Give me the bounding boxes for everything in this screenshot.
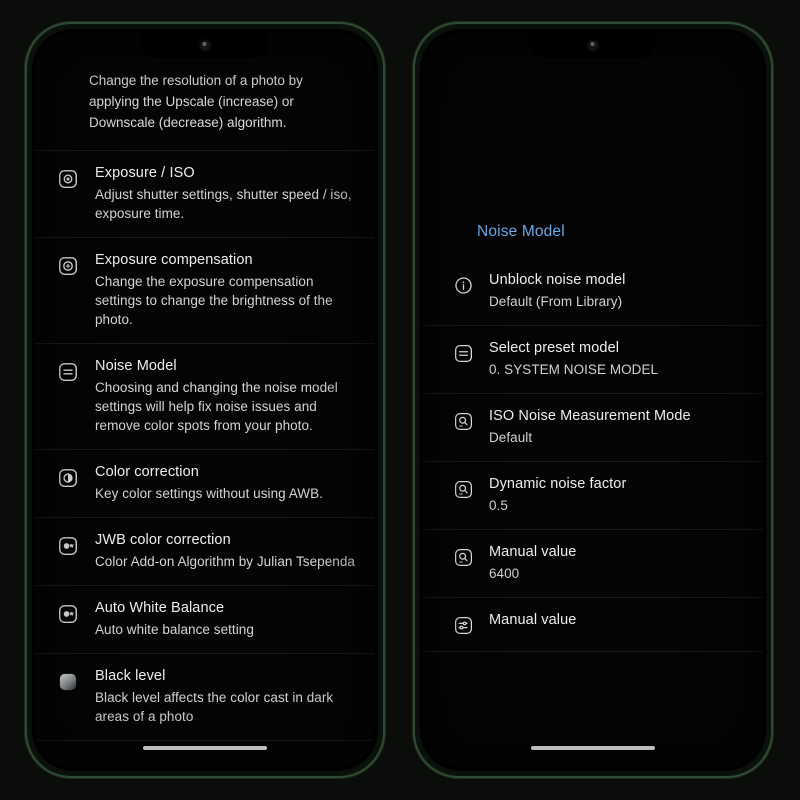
list-item-jwb-color-correction[interactable]: JWB color correction Color Add-on Algori… bbox=[35, 518, 375, 586]
home-indicator[interactable] bbox=[531, 746, 655, 750]
list-item-title: ISO Noise Measurement Mode bbox=[489, 408, 691, 424]
list-item-subtitle: Change the exposure compensation setting… bbox=[95, 274, 333, 327]
list-item-unblock-noise-model[interactable]: Unblock noise model Default (From Librar… bbox=[423, 258, 763, 326]
list-item-body: ISO Noise Measurement Mode Default bbox=[489, 407, 743, 447]
list-item-body: Color correction Key color settings with… bbox=[95, 463, 355, 503]
list-item-iso-noise-measurement-mode[interactable]: ISO Noise Measurement Mode Default bbox=[423, 394, 763, 462]
notch bbox=[529, 32, 657, 58]
list-item-body: Noise Model Choosing and changing the no… bbox=[95, 357, 355, 435]
list-item-exposure-iso[interactable]: Exposure / ISO Adjust shutter settings, … bbox=[35, 151, 375, 238]
list-item-title: Exposure / ISO bbox=[95, 165, 195, 181]
exposure-compensation-icon bbox=[55, 253, 81, 279]
section-title-noise-model: Noise Model bbox=[477, 223, 565, 240]
list-item-title: Select preset model bbox=[489, 340, 620, 356]
lead-paragraph-text: Change the resolution of a photo by appl… bbox=[89, 73, 303, 130]
list-item-title: Auto White Balance bbox=[95, 600, 225, 616]
home-indicator[interactable] bbox=[143, 746, 267, 750]
notch bbox=[141, 32, 269, 58]
list-item-subtitle: 0.5 bbox=[489, 498, 508, 513]
tune-sliders-icon bbox=[451, 613, 475, 637]
noise-model-icon bbox=[55, 359, 81, 385]
screenshot-root: Change the resolution of a photo by appl… bbox=[0, 0, 800, 800]
list-item-subtitle: Adjust shutter settings, shutter speed /… bbox=[95, 187, 352, 221]
front-camera-icon bbox=[588, 41, 598, 50]
right-settings-list[interactable]: Noise Model Unblock noise model Default … bbox=[423, 32, 763, 768]
list-item-subtitle: 6400 bbox=[489, 566, 520, 581]
list-item-title: Noise Model bbox=[95, 358, 177, 374]
list-item-subtitle: 0. SYSTEM NOISE MODEL bbox=[489, 362, 659, 377]
right-phone-screen: Noise Model Unblock noise model Default … bbox=[423, 32, 763, 768]
iso-noise-measurement-icon bbox=[451, 409, 475, 433]
left-phone-frame: Change the resolution of a photo by appl… bbox=[25, 22, 385, 778]
color-correction-icon bbox=[55, 465, 81, 491]
list-item-body: Select preset model 0. SYSTEM NOISE MODE… bbox=[489, 339, 743, 379]
list-item-title: Dynamic noise factor bbox=[489, 476, 627, 492]
left-phone-screen: Change the resolution of a photo by appl… bbox=[35, 32, 375, 768]
preset-model-icon bbox=[451, 341, 475, 365]
list-item-exposure-compensation[interactable]: Exposure compensation Change the exposur… bbox=[35, 238, 375, 344]
right-phone-frame: Noise Model Unblock noise model Default … bbox=[413, 22, 773, 778]
list-item-body: Unblock noise model Default (From Librar… bbox=[489, 271, 743, 311]
list-item-body: Auto White Balance Auto white balance se… bbox=[95, 599, 355, 639]
list-item-auto-white-balance[interactable]: Auto White Balance Auto white balance se… bbox=[35, 586, 375, 654]
list-item-title: Unblock noise model bbox=[489, 272, 626, 288]
list-item-title: JWB color correction bbox=[95, 532, 231, 548]
list-item-title: Black level bbox=[95, 668, 166, 684]
list-item-subtitle: Auto white balance setting bbox=[95, 622, 254, 637]
list-item-subtitle: Choosing and changing the noise model se… bbox=[95, 380, 338, 433]
manual-value-icon bbox=[451, 545, 475, 569]
list-item-body: Manual value bbox=[489, 611, 743, 630]
exposure-iso-icon bbox=[55, 166, 81, 192]
black-level-icon bbox=[55, 669, 81, 695]
list-item-body: Dynamic noise factor 0.5 bbox=[489, 475, 743, 515]
list-item-color-correction[interactable]: Color correction Key color settings with… bbox=[35, 450, 375, 518]
list-item-subtitle: Key color settings without using AWB. bbox=[95, 486, 323, 501]
list-item-body: JWB color correction Color Add-on Algori… bbox=[95, 531, 355, 571]
right-phone-bezel: Noise Model Unblock noise model Default … bbox=[420, 29, 766, 771]
list-item-black-level[interactable]: Black level Black level affects the colo… bbox=[35, 654, 375, 741]
list-item-noise-model[interactable]: Noise Model Choosing and changing the no… bbox=[35, 344, 375, 450]
list-item-dynamic-noise-factor[interactable]: Dynamic noise factor 0.5 bbox=[423, 462, 763, 530]
left-phone-bezel: Change the resolution of a photo by appl… bbox=[32, 29, 378, 771]
info-circle-icon bbox=[451, 273, 475, 297]
dynamic-noise-factor-icon bbox=[451, 477, 475, 501]
front-camera-icon bbox=[200, 41, 210, 50]
list-item-title: Color correction bbox=[95, 464, 199, 480]
list-item-title: Manual value bbox=[489, 612, 577, 628]
left-settings-list[interactable]: Change the resolution of a photo by appl… bbox=[35, 32, 375, 768]
auto-white-balance-icon bbox=[55, 601, 81, 627]
list-item-subtitle: Default bbox=[489, 430, 533, 445]
list-item-body: Manual value 6400 bbox=[489, 543, 743, 583]
list-item-subtitle: Default (From Library) bbox=[489, 294, 623, 309]
list-item-body: Black level Black level affects the colo… bbox=[95, 667, 355, 726]
list-item-body: Exposure / ISO Adjust shutter settings, … bbox=[95, 164, 355, 223]
list-item-manual-value[interactable]: Manual value 6400 bbox=[423, 530, 763, 598]
jwb-color-correction-icon bbox=[55, 533, 81, 559]
list-item-manual-value-tune[interactable]: Manual value bbox=[423, 598, 763, 652]
list-item-select-preset-model[interactable]: Select preset model 0. SYSTEM NOISE MODE… bbox=[423, 326, 763, 394]
list-item-subtitle: Color Add-on Algorithm by Julian Tsepend… bbox=[95, 554, 355, 569]
list-item-title: Manual value bbox=[489, 544, 577, 560]
list-item-body: Exposure compensation Change the exposur… bbox=[95, 251, 355, 329]
list-item-title: Exposure compensation bbox=[95, 252, 253, 268]
list-item-subtitle: Black level affects the color cast in da… bbox=[95, 690, 334, 724]
